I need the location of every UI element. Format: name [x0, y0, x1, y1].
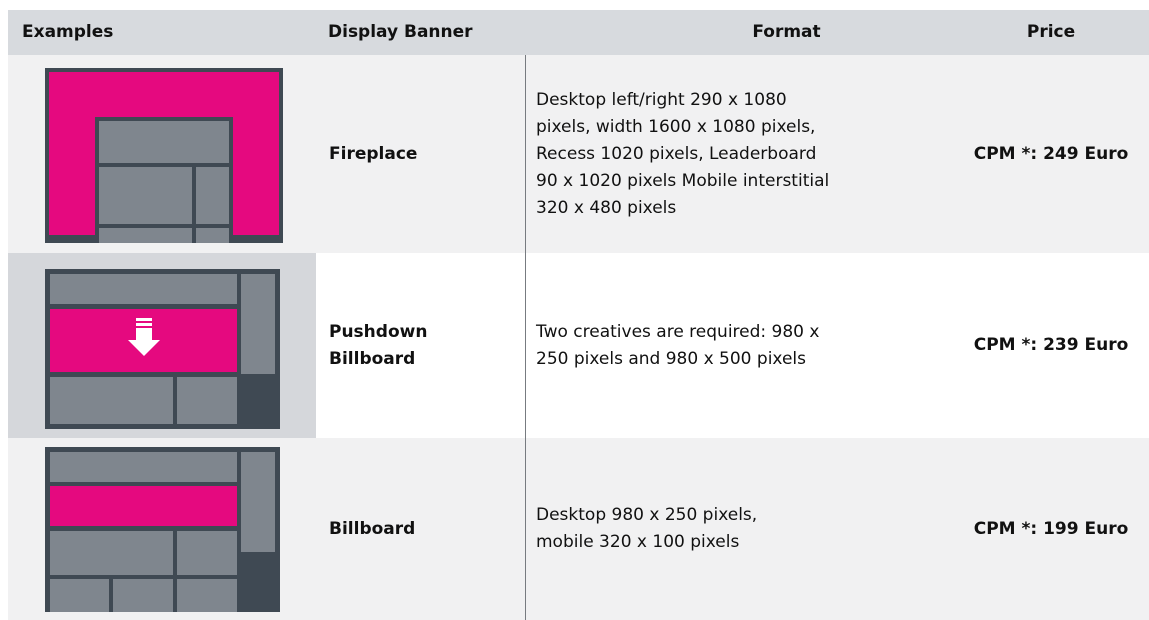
table-row-fireplace: Fireplace Desktop left/right 290 x 1080 …	[8, 55, 1149, 253]
fireplace-banner-icon	[45, 68, 283, 243]
format-line: Desktop 980 x 250 pixels,	[536, 505, 758, 525]
billboard-icon	[45, 447, 280, 612]
format-line: 90 x 1020 pixels Mobile interstitial	[536, 170, 830, 191]
format-line: Recess 1020 pixels, Leaderboard	[536, 143, 817, 164]
banner-name: Billboard	[329, 518, 416, 539]
table-row-pushdown-billboard: Pushdown Billboard Two creatives are req…	[8, 253, 1149, 438]
header-display-banner: Display Banner	[328, 22, 473, 42]
price-value: CPM *: 249 Euro	[973, 143, 1129, 164]
header-price: Price	[1026, 22, 1076, 42]
banner-name-line: Pushdown	[329, 321, 428, 342]
header-examples: Examples	[22, 22, 114, 42]
price-value: CPM *: 239 Euro	[973, 335, 1129, 355]
table-header: Examples Display Banner Format Price	[8, 10, 1149, 55]
format-line: 320 x 480 pixels	[536, 197, 677, 218]
format-line: 250 pixels and 980 x 500 pixels	[536, 348, 806, 369]
format-description: Desktop 980 x 250 pixels, mobile 320 x 1…	[536, 438, 944, 620]
format-line: Two creatives are required: 980 x	[536, 321, 820, 342]
table-row-billboard: Billboard Desktop 980 x 250 pixels, mobi…	[8, 438, 1149, 620]
format-line: mobile 320 x 100 pixels	[536, 532, 740, 552]
banner-name: Fireplace	[329, 143, 418, 164]
format-description: Desktop left/right 290 x 1080 pixels, wi…	[536, 55, 944, 253]
format-line: Desktop left/right 290 x 1080	[536, 89, 787, 110]
pushdown-billboard-icon	[45, 269, 280, 429]
price-value: CPM *: 199 Euro	[973, 518, 1129, 539]
banner-name: Pushdown Billboard	[329, 253, 519, 438]
banner-name-line: Billboard	[329, 348, 416, 369]
format-line: pixels, width 1600 x 1080 pixels,	[536, 116, 816, 137]
format-description: Two creatives are required: 980 x 250 pi…	[536, 253, 944, 438]
column-divider	[525, 55, 526, 620]
